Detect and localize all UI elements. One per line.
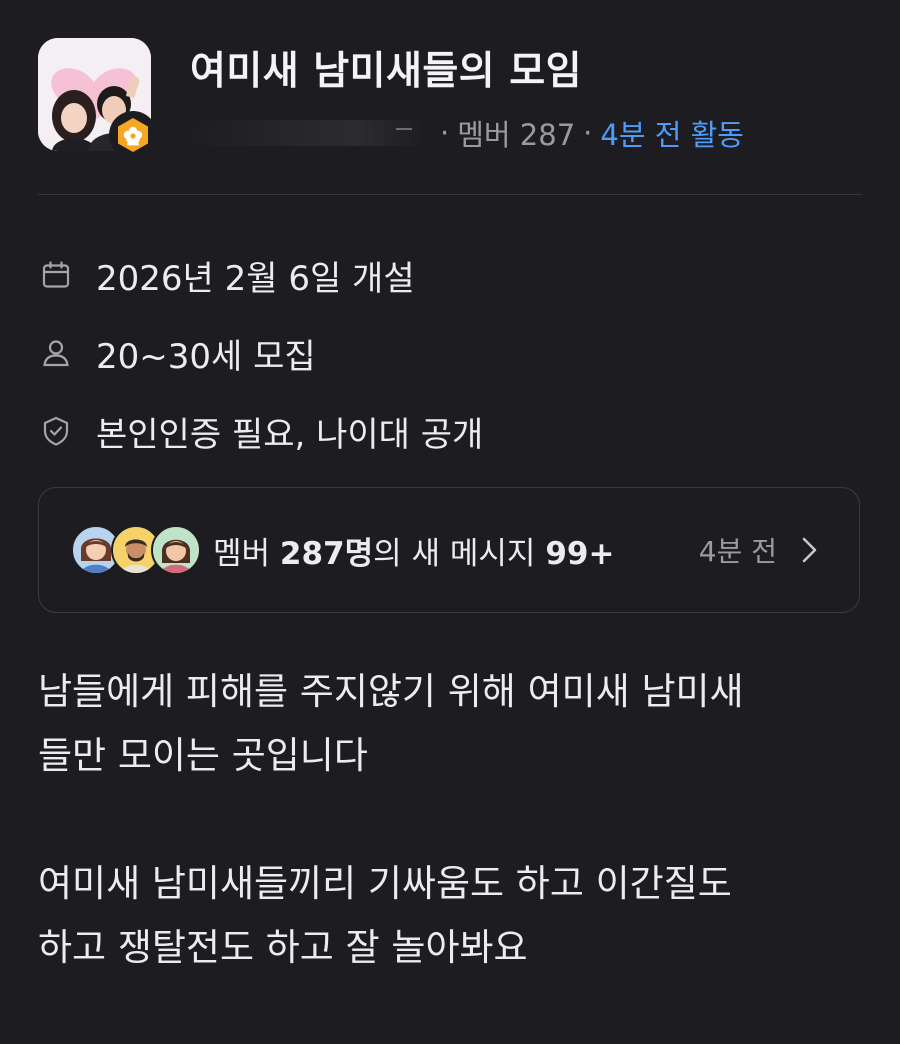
blurred-owner-name <box>190 120 430 146</box>
group-level-badge <box>109 111 157 159</box>
info-row-verification: 본인인증 필요, 나이대 공개 <box>38 392 862 470</box>
group-header: 여미새 남미새들의 모임 · 멤버 287 · 4분 전 활동 <box>38 38 862 159</box>
last-message-time: 4분 전 <box>698 535 777 568</box>
flower-badge-icon <box>118 118 148 152</box>
meta-separator: · <box>440 116 450 150</box>
member-prefix: 멤버 <box>213 535 280 572</box>
meta-separator: · <box>583 116 593 150</box>
info-row-age: 20~30세 모집 <box>38 314 862 392</box>
shield-check-icon <box>38 413 74 449</box>
calendar-icon <box>38 257 74 293</box>
info-created-text: 2026년 2월 6일 개설 <box>96 258 415 299</box>
description-paragraph: 여미새 남미새들끼리 기싸움도 하고 이간질도 하고 쟁탈전도 하고 잘 놀아봐… <box>38 862 732 969</box>
group-info-list: 2026년 2월 6일 개설 20~30세 모집 본인인증 필요, 나이대 공개 <box>38 236 862 470</box>
info-verification-text: 본인인증 필요, 나이대 공개 <box>96 414 484 455</box>
new-message-label: 의 새 메시지 <box>373 535 546 572</box>
description-paragraph: 남들에게 피해를 주지않기 위해 여미새 남미새 들만 모이는 곳입니다 <box>38 670 744 777</box>
last-activity: 4분 전 활동 <box>600 118 744 152</box>
member-avatar <box>151 525 201 575</box>
member-avatars <box>71 525 203 575</box>
member-chat-card[interactable]: 멤버 287명의 새 메시지 99+ 4분 전 <box>38 487 860 613</box>
group-meta: · 멤버 287 · 4분 전 활동 <box>190 112 744 154</box>
group-description: 남들에게 피해를 주지않기 위해 여미새 남미새 들만 모이는 곳입니다 여미새… <box>38 660 868 1044</box>
header-divider <box>38 194 862 195</box>
new-message-count: 99+ <box>545 535 615 572</box>
new-messages-text: 멤버 287명의 새 메시지 99+ <box>213 528 614 573</box>
info-age-text: 20~30세 모집 <box>96 336 316 377</box>
chevron-right-icon <box>802 537 817 563</box>
person-icon <box>38 335 74 371</box>
member-count-bold: 287명 <box>279 535 374 572</box>
info-row-created: 2026년 2월 6일 개설 <box>38 236 862 314</box>
group-title: 여미새 남미새들의 모임 <box>190 49 582 94</box>
member-count: 멤버 287 <box>457 118 576 152</box>
group-avatar[interactable] <box>38 38 157 159</box>
